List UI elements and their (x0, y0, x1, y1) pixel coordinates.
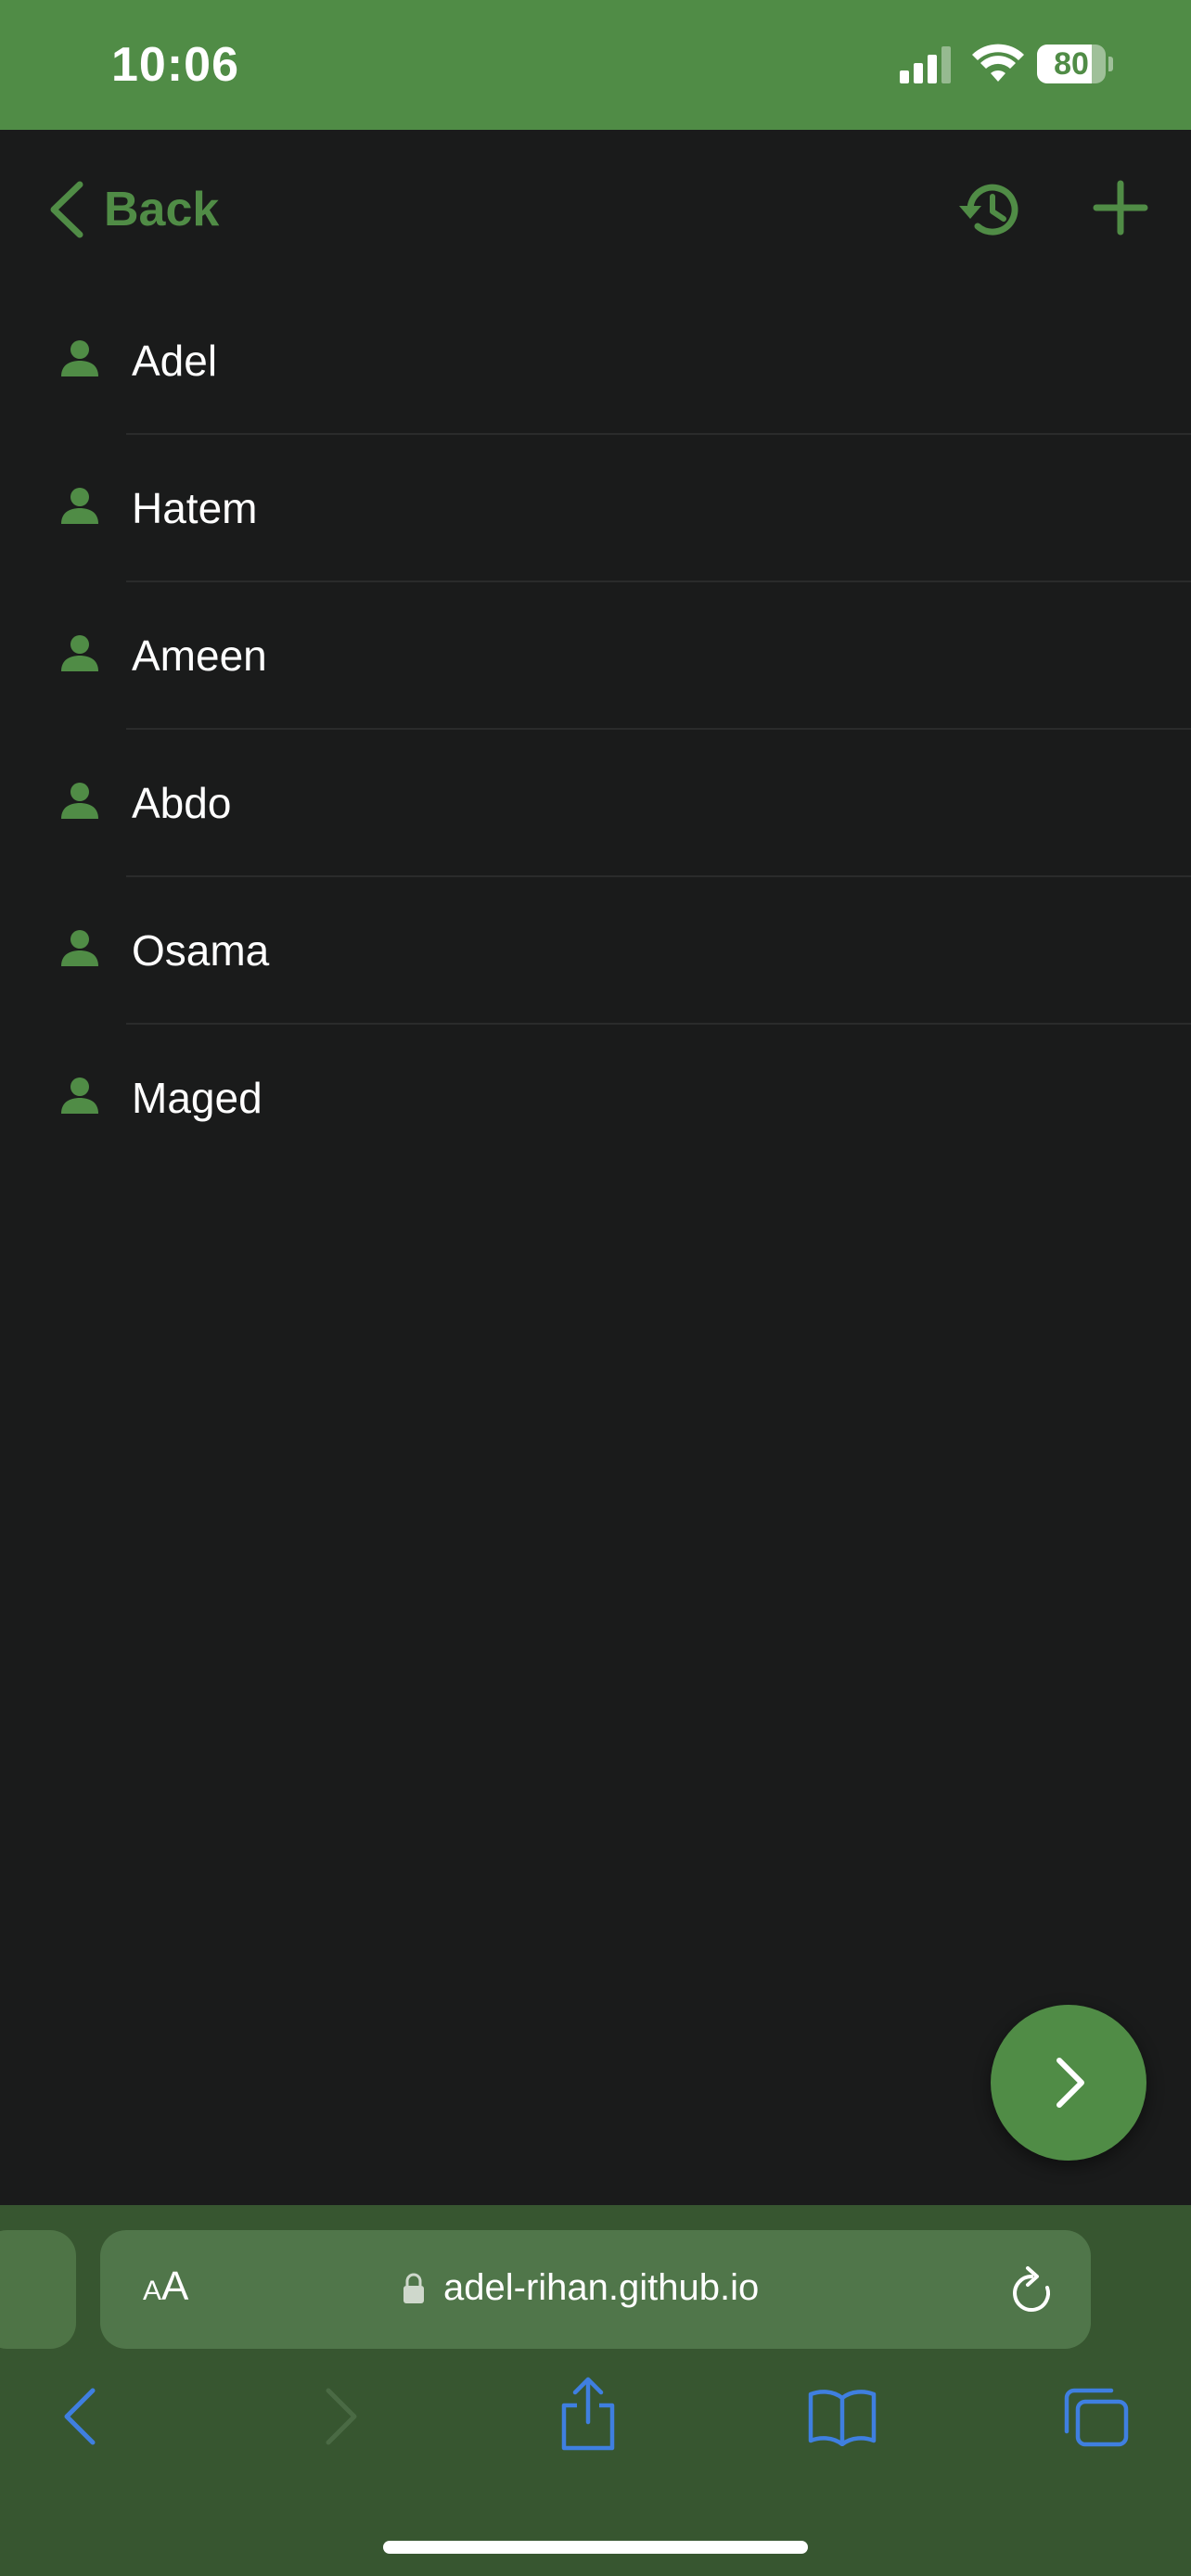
text-size-button[interactable]: AA (143, 2264, 188, 2310)
list-item[interactable]: Abdo (0, 730, 1191, 877)
back-label: Back (104, 183, 220, 236)
list-item[interactable]: Hatem (0, 435, 1191, 582)
address-bar[interactable]: AA adel-rihan.github.io (100, 2230, 1091, 2349)
person-icon (61, 930, 98, 966)
people-list: Adel Hatem Ameen Abdo Osama Maged (0, 287, 1191, 1172)
chevron-left-icon (50, 181, 83, 238)
browser-back-icon[interactable] (59, 2385, 100, 2448)
person-name: Maged (132, 1074, 263, 1122)
list-item[interactable]: Osama (0, 877, 1191, 1025)
browser-forward-icon[interactable] (321, 2385, 362, 2448)
person-name: Hatem (132, 484, 258, 532)
next-fab-button[interactable] (991, 2005, 1146, 2161)
chevron-right-icon (1057, 2058, 1084, 2108)
url-text: adel-rihan.github.io (443, 2267, 760, 2308)
person-icon (61, 783, 98, 819)
cellular-signal-icon (900, 46, 951, 83)
person-icon (61, 1078, 98, 1114)
status-time: 10:06 (111, 38, 239, 92)
person-name: Osama (132, 926, 270, 975)
reload-icon[interactable] (1007, 2265, 1056, 2317)
plus-icon (1093, 180, 1148, 236)
lock-icon (403, 2273, 424, 2303)
add-button[interactable] (1093, 180, 1148, 240)
person-icon (61, 488, 98, 524)
text-size-small-a: A (143, 2276, 162, 2306)
list-item[interactable]: Maged (0, 1025, 1191, 1172)
person-icon (61, 340, 98, 376)
home-indicator (383, 2541, 808, 2554)
list-item[interactable]: Ameen (0, 582, 1191, 730)
history-button[interactable] (955, 178, 1022, 246)
person-name: Ameen (132, 631, 267, 680)
person-icon (61, 635, 98, 671)
list-item[interactable]: Adel (0, 287, 1191, 435)
person-name: Adel (132, 337, 218, 385)
status-bar: 10:06 80 (0, 0, 1191, 130)
person-name: Abdo (132, 779, 232, 827)
battery-indicator: 80 (1037, 45, 1113, 83)
bookmarks-icon[interactable] (807, 2387, 877, 2446)
wifi-icon (972, 44, 1024, 82)
back-button[interactable]: Back (48, 176, 219, 243)
battery-nub (1108, 57, 1113, 71)
battery-percent: 80 (1054, 46, 1089, 82)
battery-body: 80 (1037, 45, 1106, 83)
share-icon[interactable] (558, 2374, 618, 2452)
history-icon (959, 184, 1018, 236)
tabs-icon[interactable] (1063, 2387, 1130, 2448)
text-size-large-a: A (161, 2264, 189, 2309)
previous-tab-preview[interactable] (0, 2230, 76, 2349)
